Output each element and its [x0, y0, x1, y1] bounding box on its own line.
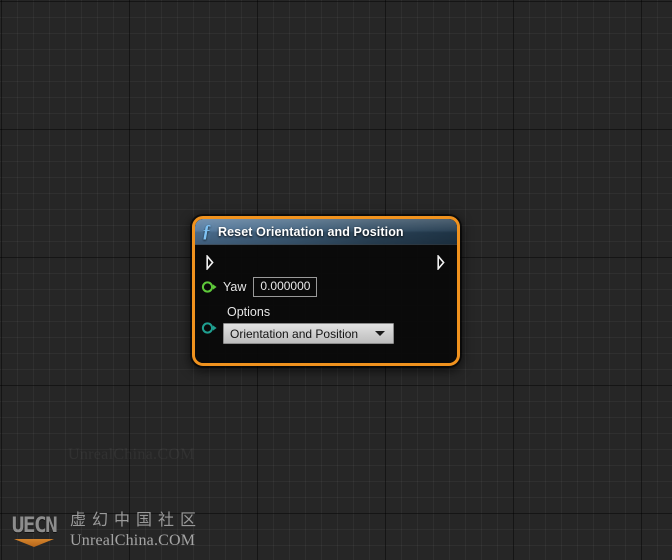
logo-swoosh-icon: [14, 539, 54, 547]
input-row-options: Options Orientation and Position: [195, 305, 457, 351]
options-data-pin[interactable]: [201, 321, 219, 335]
yaw-data-pin[interactable]: [201, 280, 219, 294]
exec-out-pin[interactable]: [437, 254, 448, 270]
yaw-pin-label: Yaw: [223, 280, 247, 294]
node-title-bar[interactable]: ƒ Reset Orientation and Position: [195, 219, 457, 245]
input-row-yaw: Yaw 0.000000: [195, 275, 457, 299]
canvas-watermark: UnrealChina.COM: [68, 446, 195, 463]
node-inner-frame: ƒ Reset Orientation and Position Yaw 0.0…: [195, 219, 457, 363]
options-dropdown-selected-value: Orientation and Position: [230, 326, 359, 341]
uecn-logo-text: UECN: [11, 513, 58, 537]
brand-text-block: 虚幻中国社区 UnrealChina.COM: [70, 512, 202, 549]
options-pin-label: Options: [227, 305, 271, 319]
options-dropdown[interactable]: Orientation and Position: [223, 323, 394, 344]
blueprint-graph-canvas[interactable]: UnrealChina.COM ƒ Reset Orientation and …: [0, 0, 672, 560]
chevron-down-icon: [367, 331, 393, 336]
blueprint-node-reset-orientation-and-position[interactable]: ƒ Reset Orientation and Position Yaw 0.0…: [192, 216, 460, 366]
exec-pin-row: [195, 249, 457, 275]
function-f-icon: ƒ: [202, 220, 211, 241]
node-title-label: Reset Orientation and Position: [218, 224, 404, 239]
brand-site-url: UnrealChina.COM: [70, 532, 196, 549]
exec-in-pin[interactable]: [206, 254, 217, 270]
site-branding: UECN 虚幻中国社区 UnrealChina.COM: [8, 512, 202, 549]
yaw-value-input[interactable]: 0.000000: [253, 277, 318, 297]
brand-chinese-name: 虚幻中国社区: [70, 510, 203, 529]
node-body: Yaw 0.000000 Options Orientation and Pos…: [195, 245, 457, 363]
options-controls: Options Orientation and Position: [223, 305, 394, 344]
uecn-logo-icon: UECN: [8, 514, 60, 547]
options-pin-column: [201, 305, 219, 351]
